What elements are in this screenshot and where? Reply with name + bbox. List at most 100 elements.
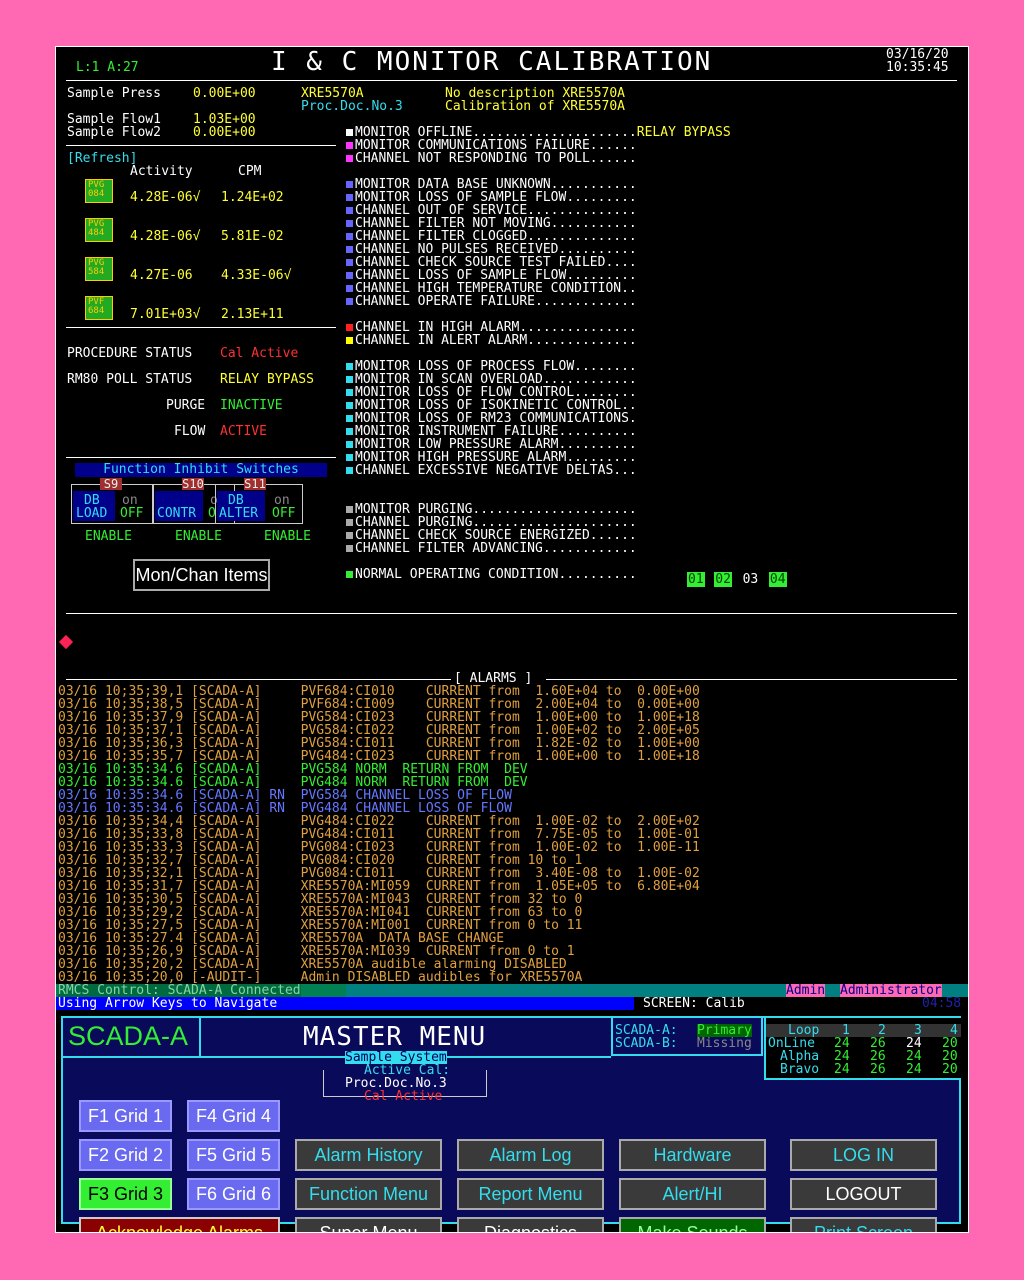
channel-3-icon[interactable]: PVF 684 xyxy=(85,296,113,320)
f3-grid-3-button[interactable]: F3 Grid 3 xyxy=(79,1178,172,1210)
status-square-icon xyxy=(346,194,353,201)
nav-hint: Using Arrow Keys to Navigate xyxy=(58,996,278,1011)
loop-bravo-2: 26 xyxy=(870,1062,886,1077)
alarm-log-list[interactable]: 03/16 10;35;39,1 [SCADA-A] PVF684:CI010 … xyxy=(58,685,700,984)
function-menu-button[interactable]: Function Menu xyxy=(295,1178,442,1210)
alarm-history-button[interactable]: Alarm History xyxy=(295,1139,442,1171)
status-square-icon xyxy=(346,545,353,552)
inhibit-switch-s9[interactable]: S9 DB LOAD on OFF xyxy=(71,478,153,524)
channel-1-activity: 4.28E-06√ xyxy=(130,229,201,244)
login-button[interactable]: LOG IN xyxy=(790,1139,937,1171)
normal-channel-02: 02 xyxy=(714,572,732,587)
status-condition-item xyxy=(346,477,731,490)
status-square-icon xyxy=(346,220,353,227)
sample-flow2-label: Sample Flow2 xyxy=(67,125,161,140)
screen-clock: 04:58 xyxy=(922,996,962,1011)
super-menu-button[interactable]: Super Menu xyxy=(295,1217,442,1232)
alarm-log-button[interactable]: Alarm Log xyxy=(457,1139,604,1171)
site-name: SCADA-A xyxy=(68,1021,189,1051)
diagnostics-button[interactable]: Diagnostics xyxy=(457,1217,604,1232)
status-condition-text: CHANNEL FILTER ADVANCING............ xyxy=(355,541,637,556)
alarms-divider-right xyxy=(546,679,957,680)
procedure-status-value: Cal Active xyxy=(220,346,299,361)
mon-chan-items-button[interactable]: Mon/Chan Items xyxy=(133,559,270,591)
procedure-doc: Proc.Doc.No.3 xyxy=(301,99,403,114)
procedure-status-label: PROCEDURE STATUS xyxy=(67,346,193,361)
switch-s10-l2: CONTR xyxy=(157,506,197,521)
status-square-icon xyxy=(346,155,353,162)
print-screen-button[interactable]: Print Screen xyxy=(790,1217,937,1232)
channel-1-cpm: 5.81E-02 xyxy=(221,229,284,244)
status-square-icon xyxy=(346,233,353,240)
purge-value: INACTIVE xyxy=(220,398,283,413)
f2-grid-2-button[interactable]: F2 Grid 2 xyxy=(79,1139,172,1171)
status-condition-item: CHANNEL NOT RESPONDING TO POLL...... xyxy=(346,152,731,165)
level-indicator: L:1 A:27 xyxy=(76,60,139,75)
channel-3-cpm: 2.13E+11 xyxy=(221,307,284,322)
scada-b-label: SCADA-B: xyxy=(615,1036,678,1051)
make-sounds-button[interactable]: Make Sounds xyxy=(619,1217,766,1232)
f1-grid-1-button[interactable]: F1 Grid 1 xyxy=(79,1100,172,1132)
alert-hi-button[interactable]: Alert/HI xyxy=(619,1178,766,1210)
active-cal-status: Cal Active xyxy=(364,1089,443,1104)
switch-s9-l2: LOAD xyxy=(76,506,108,521)
normal-channels: 01 02 03 04 xyxy=(687,568,787,587)
inhibit-switch-s11[interactable]: S11 DB ALTER on OFF xyxy=(215,478,303,524)
channel-0-cpm: 1.24E+02 xyxy=(221,190,284,205)
status-square-icon xyxy=(346,246,353,253)
loop-bravo-1: 24 xyxy=(834,1062,850,1077)
report-menu-button[interactable]: Report Menu xyxy=(457,1178,604,1210)
status-square-icon xyxy=(346,129,353,136)
scada-b-value: Missing xyxy=(697,1036,752,1051)
status-square-icon xyxy=(346,259,353,266)
channel-0-icon-text: PVG 084 xyxy=(88,180,105,199)
switch-s9-off: OFF xyxy=(120,506,144,521)
alarms-divider-left xyxy=(66,679,451,680)
status-condition-text: NORMAL OPERATING CONDITION.......... xyxy=(355,567,637,582)
status-condition-list: MONITOR OFFLINE.....................RELA… xyxy=(346,126,731,581)
normal-channel-04: 04 xyxy=(768,572,787,587)
status-square-icon xyxy=(346,207,353,214)
screen-name: SCREEN: Calib xyxy=(643,996,745,1011)
flow-label: FLOW xyxy=(174,424,206,439)
refresh-button[interactable]: [Refresh] xyxy=(67,152,137,165)
master-menu-title: MASTER MENU xyxy=(303,1022,487,1052)
f5-grid-5-button[interactable]: F5 Grid 5 xyxy=(187,1139,280,1171)
channel-2-icon-text: PVG 584 xyxy=(88,258,105,277)
status-condition-suffix: RELAY BYPASS xyxy=(636,125,731,140)
acknowledge-alarms-button[interactable]: Acknowledge Alarms xyxy=(79,1217,280,1232)
status-square-icon xyxy=(346,467,353,474)
function-inhibit-title: Function Inhibit Switches xyxy=(75,463,327,477)
status-square-icon xyxy=(346,532,353,539)
status-divider xyxy=(66,457,336,458)
header-time: 10:35:45 xyxy=(886,60,949,75)
status-square-icon xyxy=(346,441,353,448)
samples-divider xyxy=(66,145,336,146)
channel-2-icon[interactable]: PVG 584 xyxy=(85,257,113,281)
hardware-button[interactable]: Hardware xyxy=(619,1139,766,1171)
switch-s9-enable: ENABLE xyxy=(85,529,132,544)
f4-grid-4-button[interactable]: F4 Grid 4 xyxy=(187,1100,280,1132)
loop-bravo-4: 20 xyxy=(942,1062,958,1077)
status-condition-item: CHANNEL EXCESSIVE NEGATIVE DELTAS... xyxy=(346,464,731,477)
loop-row-bravo-label: Bravo xyxy=(780,1062,820,1077)
logout-button[interactable]: LOGOUT xyxy=(790,1178,937,1210)
calibration-desc: Calibration of XRE5570A xyxy=(445,99,626,114)
activity-header: Activity xyxy=(130,164,193,179)
status-square-icon xyxy=(346,506,353,513)
page-title: I & C MONITOR CALIBRATION xyxy=(271,47,713,77)
f6-grid-6-button[interactable]: F6 Grid 6 xyxy=(187,1178,280,1210)
normal-channel-03: 03 xyxy=(742,572,759,587)
scada-window: L:1 A:27 I & C MONITOR CALIBRATION 03/16… xyxy=(55,46,969,1233)
status-square-icon xyxy=(346,389,353,396)
cpm-header: CPM xyxy=(238,164,262,179)
loop-table: Loop 1 2 3 4 OnLine 24 26 24 20 Alpha 24… xyxy=(764,1018,961,1080)
flow-value: ACTIVE xyxy=(220,424,267,439)
switch-s10-enable: ENABLE xyxy=(175,529,222,544)
channel-0-icon[interactable]: PVG 084 xyxy=(85,179,113,203)
channels-divider xyxy=(66,327,336,328)
channel-1-icon[interactable]: PVG 484 xyxy=(85,218,113,242)
sample-press-label: Sample Press xyxy=(67,86,161,101)
status-condition-text: CHANNEL EXCESSIVE NEGATIVE DELTAS... xyxy=(355,463,637,478)
channel-2-activity: 4.27E-06 xyxy=(130,268,201,283)
